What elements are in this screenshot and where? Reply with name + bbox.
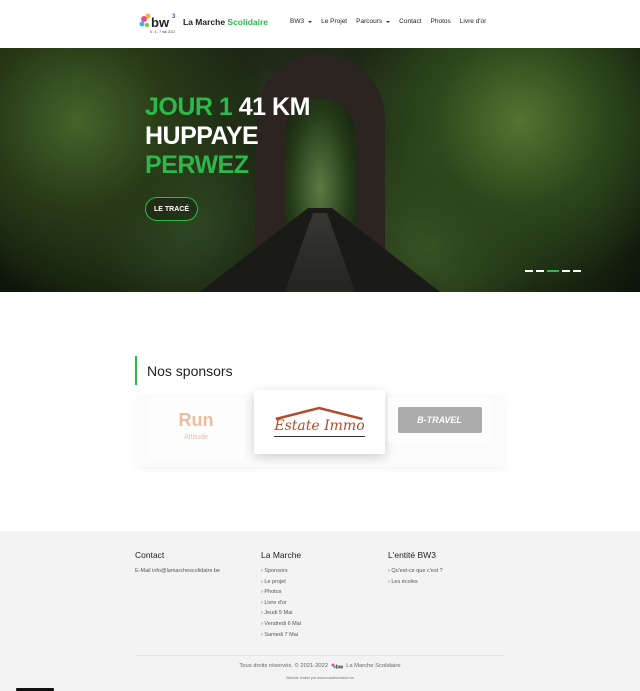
nav-item-bw3[interactable]: BW3 — [290, 18, 313, 25]
run-attitude-logo: Run Attitude — [178, 410, 214, 441]
b-travel-logo: B-TRAVEL — [397, 407, 482, 433]
footer-link-jeudi[interactable]: › Jeudi 5 Mai — [261, 608, 301, 619]
svg-text:3: 3 — [172, 14, 176, 20]
sponsors-heading: Nos sponsors — [135, 356, 233, 385]
logo-underline — [274, 435, 365, 437]
brand-title[interactable]: La Marche Scolidaire — [183, 17, 268, 27]
sponsor-card-run-attitude[interactable]: Run Attitude — [148, 398, 244, 460]
carousel-indicator[interactable] — [562, 270, 570, 272]
footer-divider — [135, 655, 505, 656]
navbar: bw 3 5 - 6 - 7 mai 2022 La Marche Scolid… — [0, 0, 640, 48]
nav-item-parcours[interactable]: Parcours — [356, 18, 391, 25]
carousel-indicator[interactable] — [573, 270, 581, 272]
footer-la-marche: La Marche › Sponsors › Le projet › Photo… — [261, 550, 301, 640]
estate-immo-logo: Estate Immo — [274, 406, 365, 437]
nav-item-photos[interactable]: Photos — [431, 18, 451, 25]
copyright: Tous droits réservés. © 2021-2022 bw La … — [239, 663, 401, 671]
footer-link-quest-ce[interactable]: › Qu'est-ce que c'est ? — [388, 566, 443, 577]
carousel-indicator[interactable] — [525, 270, 533, 272]
roof-icon — [275, 406, 364, 420]
hero-carousel — [0, 48, 640, 292]
footer-link-projet[interactable]: › Le projet — [261, 577, 301, 588]
chevron-down-icon — [308, 20, 313, 23]
small-brand-icon: bw — [331, 663, 344, 671]
footer-link-ecoles[interactable]: › Les écoles — [388, 577, 443, 588]
svg-text:5 - 6 - 7 mai 2022: 5 - 6 - 7 mai 2022 — [150, 30, 175, 34]
chevron-down-icon — [386, 20, 391, 23]
footer-entite: L'entité BW3 › Qu'est-ce que c'est ? › L… — [388, 550, 443, 587]
main-nav: BW3 Le Projet Parcours Contact Photos Li… — [290, 18, 486, 25]
svg-text:bw: bw — [151, 15, 170, 30]
footer-link-photos[interactable]: › Photos — [261, 587, 301, 598]
footer-entite-title: L'entité BW3 — [388, 550, 436, 560]
le-trace-button[interactable]: LE TRACÉ — [145, 197, 198, 221]
sponsor-card-b-travel[interactable]: B-TRAVEL — [388, 397, 491, 443]
carousel-indicator[interactable] — [536, 270, 544, 272]
svg-text:bw: bw — [336, 665, 344, 671]
hero-heading: JOUR 1 41 KM HUPPAYE PERWEZ — [145, 93, 310, 179]
footer-link-samedi[interactable]: › Samedi 7 Mai — [261, 630, 301, 641]
footer-link-livre-dor[interactable]: › Livre d'or — [261, 598, 301, 609]
footer-contact-title: Contact — [135, 550, 165, 560]
nav-item-projet[interactable]: Le Projet — [321, 18, 347, 25]
footer-contact: Contact E-Mail info@lamarchescolidaire.b… — [135, 550, 220, 577]
website-credit[interactable]: Website réalisé par www.mswebcreation.be — [0, 676, 640, 680]
nav-item-livre-dor[interactable]: Livre d'or — [460, 18, 487, 25]
contact-email-link[interactable]: E-Mail info@lamarchescolidaire.be — [135, 566, 220, 577]
carousel-indicator-active[interactable] — [547, 270, 559, 272]
carousel-indicators — [525, 270, 581, 272]
footer-link-vendredi[interactable]: › Vendredi 6 Mai — [261, 619, 301, 630]
sponsor-card-estate-immo[interactable]: Estate Immo — [254, 390, 385, 454]
footer-la-marche-title: La Marche — [261, 550, 302, 560]
footer-link-sponsors[interactable]: › Sponsors — [261, 566, 301, 577]
nav-item-contact[interactable]: Contact — [399, 18, 421, 25]
brand-logo[interactable]: bw 3 5 - 6 - 7 mai 2022 — [138, 11, 178, 35]
